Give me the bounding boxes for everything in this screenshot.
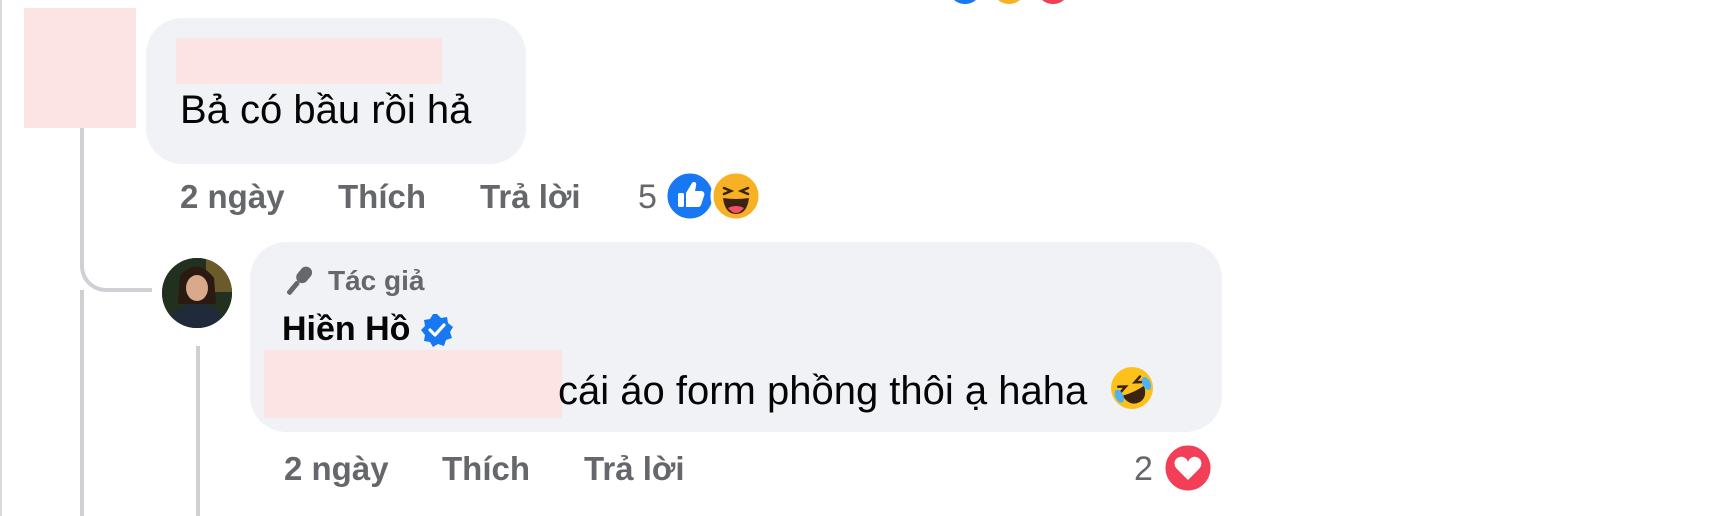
- window-edge: [0, 0, 2, 516]
- reply-time[interactable]: 2 ngày: [284, 450, 389, 488]
- comment-text: Bả có bầu rồi hả: [180, 88, 472, 132]
- haha-icon: [710, 170, 762, 222]
- author-badge-label: Tác giả: [328, 265, 425, 296]
- thread-line: [196, 346, 200, 516]
- haha-icon: [992, 0, 1026, 4]
- like-icon: [664, 170, 716, 222]
- comment-bubble: Bả có bầu rồi hả: [146, 18, 526, 164]
- author-name[interactable]: Hiền Hồ: [282, 310, 410, 349]
- comment-time[interactable]: 2 ngày: [180, 178, 285, 216]
- reaction-count: 5: [638, 178, 657, 216]
- reaction-summary[interactable]: 5: [638, 168, 768, 224]
- reply-like-button[interactable]: Thích: [442, 450, 530, 488]
- like-button[interactable]: Thích: [338, 178, 426, 216]
- reply-text-row: cái áo form phồng thôi ạ haha: [558, 364, 1156, 414]
- love-icon: [1162, 442, 1214, 494]
- reply-reply-button[interactable]: Trả lời: [584, 450, 685, 488]
- author-name-redacted[interactable]: [176, 38, 442, 84]
- thread-line: [80, 290, 84, 516]
- love-icon: [1036, 0, 1070, 4]
- like-icon: [948, 0, 982, 4]
- rolling-on-floor-laughing-emoji: [1111, 367, 1154, 409]
- reply-reaction-summary[interactable]: 2: [1134, 440, 1224, 496]
- microphone-icon: [286, 266, 313, 295]
- verified-badge-icon: [421, 313, 454, 347]
- author-badge: Tác giả: [282, 264, 424, 298]
- reply-text: cái áo form phồng thôi ạ haha: [558, 369, 1088, 413]
- thread-connector: [80, 200, 152, 292]
- avatar-redacted[interactable]: [24, 8, 136, 128]
- reaction-count: 2: [1134, 450, 1153, 488]
- previous-comment-reactions[interactable]: [940, 0, 1080, 4]
- reply-button[interactable]: Trả lời: [480, 178, 581, 216]
- author-name-row: Hiền Hồ: [282, 310, 454, 349]
- avatar[interactable]: [162, 258, 232, 328]
- mentioned-name-redacted[interactable]: [264, 350, 562, 418]
